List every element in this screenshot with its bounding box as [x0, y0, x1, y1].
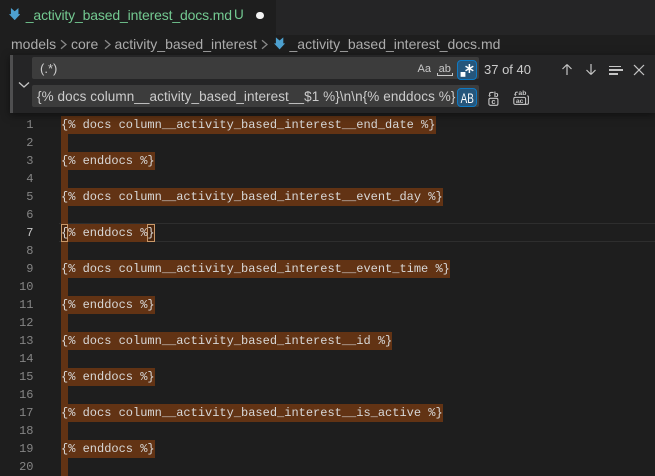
svg-text:ab: ab — [518, 90, 526, 97]
svg-text:ac: ac — [515, 98, 523, 105]
svg-text:c: c — [491, 97, 495, 106]
svg-text:AB: AB — [460, 89, 473, 105]
